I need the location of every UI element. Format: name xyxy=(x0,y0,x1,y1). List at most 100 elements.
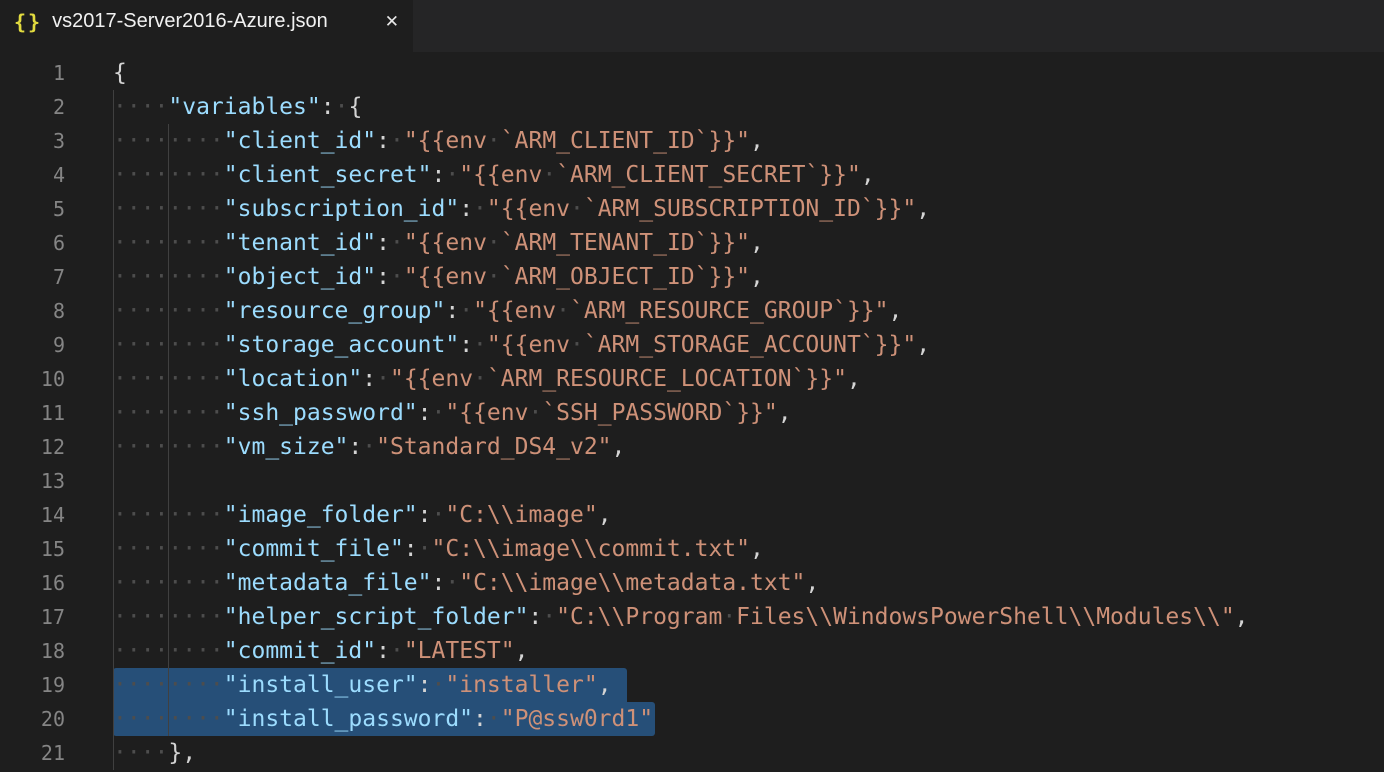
line-number[interactable]: 8 xyxy=(0,294,65,328)
whitespace-dots: · xyxy=(390,264,404,290)
json-punctuation: : xyxy=(432,570,446,596)
json-string: `ARM_RESOURCE_GROUP`}}" xyxy=(570,298,889,324)
whitespace-dots: ········ xyxy=(113,162,224,188)
code-line[interactable]: 5 ········"subscription_id":·"{{env·`ARM_… xyxy=(0,192,1384,226)
whitespace-dots: · xyxy=(390,230,404,256)
line-number[interactable]: 10 xyxy=(0,362,65,396)
line-number[interactable]: 5 xyxy=(0,192,65,226)
json-punctuation: { xyxy=(348,94,362,120)
code-text: ········"location":·"{{env·`ARM_RESOURCE… xyxy=(113,362,861,396)
json-punctuation: }, xyxy=(168,740,196,766)
whitespace-dots: · xyxy=(473,366,487,392)
whitespace-dots: · xyxy=(722,604,736,630)
code-line[interactable]: 16········"metadata_file":·"C:\\image\\m… xyxy=(0,566,1384,600)
tab-title: vs2017-Server2016-Azure.json xyxy=(52,10,328,33)
code-line[interactable]: 9········"storage_account":·"{{env·`ARM_… xyxy=(0,328,1384,362)
code-line[interactable]: 10 ········"location":·"{{env·`ARM_RESOUR… xyxy=(0,362,1384,396)
json-key: "commit_id" xyxy=(224,638,376,664)
code-line[interactable]: 7········"object_id":·"{{env·`ARM_OBJECT… xyxy=(0,260,1384,294)
whitespace-dots: · xyxy=(335,94,349,120)
code-text: ········"vm_size":·"Standard_DS4_v2", xyxy=(113,430,625,464)
whitespace-dots: · xyxy=(542,604,556,630)
json-punctuation: , xyxy=(750,536,764,562)
line-number[interactable]: 21 xyxy=(0,736,65,770)
line-number[interactable]: 16 xyxy=(0,566,65,600)
json-punctuation: : xyxy=(376,638,390,664)
code-line[interactable]: 19 ········"install_user":·"installer", xyxy=(0,668,1384,702)
line-number[interactable]: 15 xyxy=(0,532,65,566)
line-number[interactable]: 20 xyxy=(0,702,65,736)
json-punctuation: { xyxy=(113,60,127,86)
code-text: ········"commit_file":·"C:\\image\\commi… xyxy=(113,532,764,566)
line-number[interactable]: 12 xyxy=(0,430,65,464)
line-number[interactable]: 17 xyxy=(0,600,65,634)
code-text: ········"subscription_id":·"{{env·`ARM_S… xyxy=(113,192,930,226)
json-punctuation: , xyxy=(778,400,792,426)
line-number[interactable]: 7 xyxy=(0,260,65,294)
line-number[interactable]: 2 xyxy=(0,90,65,124)
code-line[interactable]: 11········"ssh_password":·"{{env·`SSH_PA… xyxy=(0,396,1384,430)
code-text: ········"metadata_file":·"C:\\image\\met… xyxy=(113,566,819,600)
whitespace-dots: ········ xyxy=(113,536,224,562)
code-line[interactable]: 21 ····}, xyxy=(0,736,1384,770)
json-key: "object_id" xyxy=(224,264,376,290)
whitespace-dots: · xyxy=(445,570,459,596)
json-key: "variables" xyxy=(168,94,320,120)
code-line[interactable]: 4········"client_secret":·"{{env·`ARM_CL… xyxy=(0,158,1384,192)
code-line[interactable]: 8········"resource_group":·"{{env·`ARM_R… xyxy=(0,294,1384,328)
json-punctuation: , xyxy=(750,128,764,154)
whitespace-dots: · xyxy=(487,264,501,290)
json-key: "tenant_id" xyxy=(224,230,376,256)
code-text: ········"object_id":·"{{env·`ARM_OBJECT_… xyxy=(113,260,764,294)
line-number[interactable]: 3 xyxy=(0,124,65,158)
json-key: "helper_script_folder" xyxy=(224,604,529,630)
json-key: "ssh_password" xyxy=(224,400,418,426)
json-punctuation: : xyxy=(445,298,459,324)
code-line[interactable]: 6········"tenant_id":·"{{env·`ARM_TENANT… xyxy=(0,226,1384,260)
json-punctuation: , xyxy=(916,332,930,358)
code-text: ········"install_user":·"installer", xyxy=(113,668,612,702)
code-line[interactable]: 17········"helper_script_folder":·"C:\\P… xyxy=(0,600,1384,634)
line-number[interactable]: 13 xyxy=(0,464,65,498)
code-line[interactable]: 18········"commit_id":·"LATEST", xyxy=(0,634,1384,668)
whitespace-dots: ········ xyxy=(113,434,224,460)
line-number[interactable]: 11 xyxy=(0,396,65,430)
line-number[interactable]: 18 xyxy=(0,634,65,668)
line-number[interactable]: 14 xyxy=(0,498,65,532)
whitespace-dots: ········ xyxy=(113,604,224,630)
json-string: "C:\\image" xyxy=(445,502,597,528)
json-string: "{{env xyxy=(487,332,570,358)
json-string: "{{env xyxy=(459,162,542,188)
json-string: `ARM_STORAGE_ACCOUNT`}}" xyxy=(584,332,916,358)
code-editor[interactable]: 1{2····"variables":·{3········"client_id… xyxy=(0,52,1384,772)
json-string: "LATEST" xyxy=(404,638,515,664)
close-icon[interactable]: ✕ xyxy=(385,13,399,30)
line-number[interactable]: 6 xyxy=(0,226,65,260)
code-line[interactable]: 1{ xyxy=(0,56,1384,90)
whitespace-dots: · xyxy=(487,706,501,732)
code-line[interactable]: 14········"image_folder":·"C:\\image", xyxy=(0,498,1384,532)
code-line[interactable]: 2····"variables":·{ xyxy=(0,90,1384,124)
code-line[interactable]: 3········"client_id":·"{{env·`ARM_CLIENT… xyxy=(0,124,1384,158)
code-line[interactable]: 15 ········"commit_file":·"C:\\image\\com… xyxy=(0,532,1384,566)
json-punctuation: , xyxy=(612,434,626,460)
json-string: `ARM_SUBSCRIPTION_ID`}}" xyxy=(584,196,916,222)
json-key: "metadata_file" xyxy=(224,570,432,596)
line-number[interactable]: 1 xyxy=(0,56,65,90)
json-key: "storage_account" xyxy=(224,332,459,358)
code-text: ····}, xyxy=(113,736,196,770)
line-number[interactable]: 9 xyxy=(0,328,65,362)
line-number[interactable]: 19 xyxy=(0,668,65,702)
json-punctuation: : xyxy=(459,332,473,358)
code-line[interactable]: 13 xyxy=(0,464,1384,498)
json-string: `ARM_RESOURCE_LOCATION`}}" xyxy=(487,366,847,392)
whitespace-dots: · xyxy=(542,162,556,188)
whitespace-dots: ········ xyxy=(113,706,224,732)
json-punctuation: , xyxy=(598,502,612,528)
line-number[interactable]: 4 xyxy=(0,158,65,192)
tab-json-file[interactable]: {} vs2017-Server2016-Azure.json ✕ xyxy=(0,0,413,52)
code-line[interactable]: 20········"install_password":·"P@ssw0rd1… xyxy=(0,702,1384,736)
whitespace-dots: · xyxy=(487,128,501,154)
code-line[interactable]: 12 ········"vm_size":·"Standard_DS4_v2", xyxy=(0,430,1384,464)
code-lines: 1{2····"variables":·{3········"client_id… xyxy=(0,56,1384,770)
